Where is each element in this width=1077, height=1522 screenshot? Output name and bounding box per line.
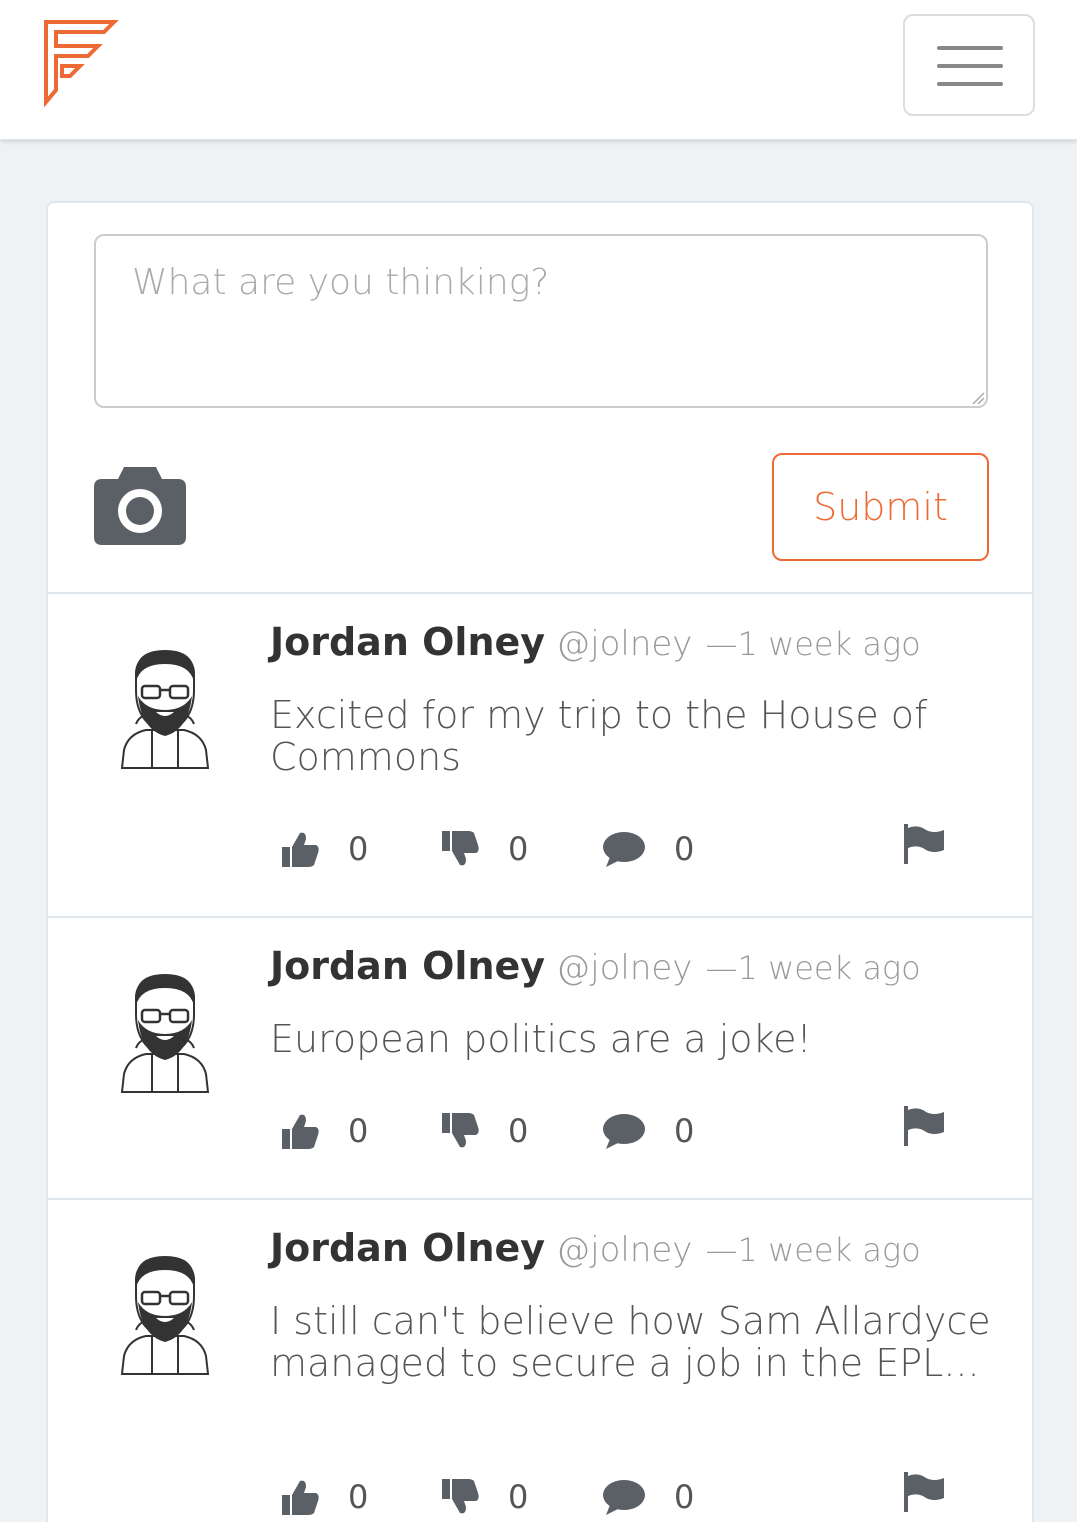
post-item: Jordan Olney @jolney —1 week ago Europea…: [48, 916, 1032, 1198]
post-handle[interactable]: @jolney: [556, 1230, 692, 1270]
comment-count: 0: [674, 830, 695, 868]
dislike-count: 0: [508, 1478, 529, 1516]
post-actions: 0 0 0: [280, 824, 1000, 874]
post-composer: Submit: [48, 203, 1032, 592]
user-avatar[interactable]: [120, 1256, 210, 1376]
like-count: 0: [348, 830, 369, 868]
thumbs-up-icon: [282, 1480, 319, 1515]
post-text: Excited for my trip to the House of Comm…: [270, 693, 928, 779]
comment-count: 0: [674, 1112, 695, 1150]
comment-button[interactable]: 0: [602, 824, 694, 874]
comment-icon: [603, 832, 645, 867]
post-header: Jordan Olney @jolney —1 week ago: [270, 620, 921, 664]
comment-button[interactable]: 0: [602, 1472, 694, 1522]
post-item: Jordan Olney @jolney —1 week ago I still…: [48, 1198, 1032, 1522]
like-button[interactable]: 0: [280, 1472, 368, 1522]
comment-button[interactable]: 0: [602, 1106, 694, 1156]
comment-icon: [603, 1114, 645, 1149]
feed-card: Submit Jordan Olney @jolney —1 week ago …: [46, 201, 1034, 1522]
comment-icon: [603, 1480, 645, 1515]
thumbs-down-icon: [442, 831, 479, 866]
user-avatar[interactable]: [120, 974, 210, 1094]
thumbs-up-icon: [282, 832, 319, 867]
flag-icon[interactable]: [902, 1472, 944, 1512]
post-handle[interactable]: @jolney: [556, 624, 692, 664]
flag-icon[interactable]: [902, 824, 944, 864]
hamburger-icon-bar: [937, 64, 1003, 68]
thumbs-up-icon: [282, 1114, 319, 1149]
thumbs-down-icon: [442, 1113, 479, 1148]
dislike-count: 0: [508, 1112, 529, 1150]
post-actions: 0 0 0: [280, 1106, 1000, 1156]
post-text: European politics are a joke!: [270, 1017, 812, 1061]
camera-icon[interactable]: [94, 465, 186, 545]
dislike-button[interactable]: 0: [440, 1106, 528, 1156]
post-timestamp: —1 week ago: [705, 949, 921, 987]
like-count: 0: [348, 1478, 369, 1516]
post-header: Jordan Olney @jolney —1 week ago: [270, 1226, 921, 1270]
resize-grip-icon[interactable]: [971, 391, 985, 405]
post-text: I still can't believe how Sam Allardyce …: [270, 1299, 991, 1385]
comment-count: 0: [674, 1478, 695, 1516]
submit-button[interactable]: Submit: [772, 453, 989, 561]
brand-logo[interactable]: [40, 18, 120, 110]
post-item: Jordan Olney @jolney —1 week ago Excited…: [48, 592, 1032, 916]
post-handle[interactable]: @jolney: [556, 948, 692, 988]
post-author[interactable]: Jordan Olney: [270, 1226, 545, 1270]
post-timestamp: —1 week ago: [705, 625, 921, 663]
post-input[interactable]: [94, 234, 988, 408]
post-author[interactable]: Jordan Olney: [270, 620, 545, 664]
post-timestamp: —1 week ago: [705, 1231, 921, 1269]
hamburger-icon-bar: [937, 82, 1003, 86]
navbar: [0, 0, 1077, 140]
dislike-count: 0: [508, 830, 529, 868]
like-count: 0: [348, 1112, 369, 1150]
thumbs-down-icon: [442, 1479, 479, 1514]
dislike-button[interactable]: 0: [440, 1472, 528, 1522]
like-button[interactable]: 0: [280, 1106, 368, 1156]
post-actions: 0 0 0: [280, 1472, 1000, 1522]
post-author[interactable]: Jordan Olney: [270, 944, 545, 988]
hamburger-icon: [937, 46, 1003, 50]
flag-icon[interactable]: [902, 1106, 944, 1146]
like-button[interactable]: 0: [280, 824, 368, 874]
user-avatar[interactable]: [120, 650, 210, 770]
menu-toggle-button[interactable]: [903, 14, 1035, 116]
post-header: Jordan Olney @jolney —1 week ago: [270, 944, 921, 988]
dislike-button[interactable]: 0: [440, 824, 528, 874]
